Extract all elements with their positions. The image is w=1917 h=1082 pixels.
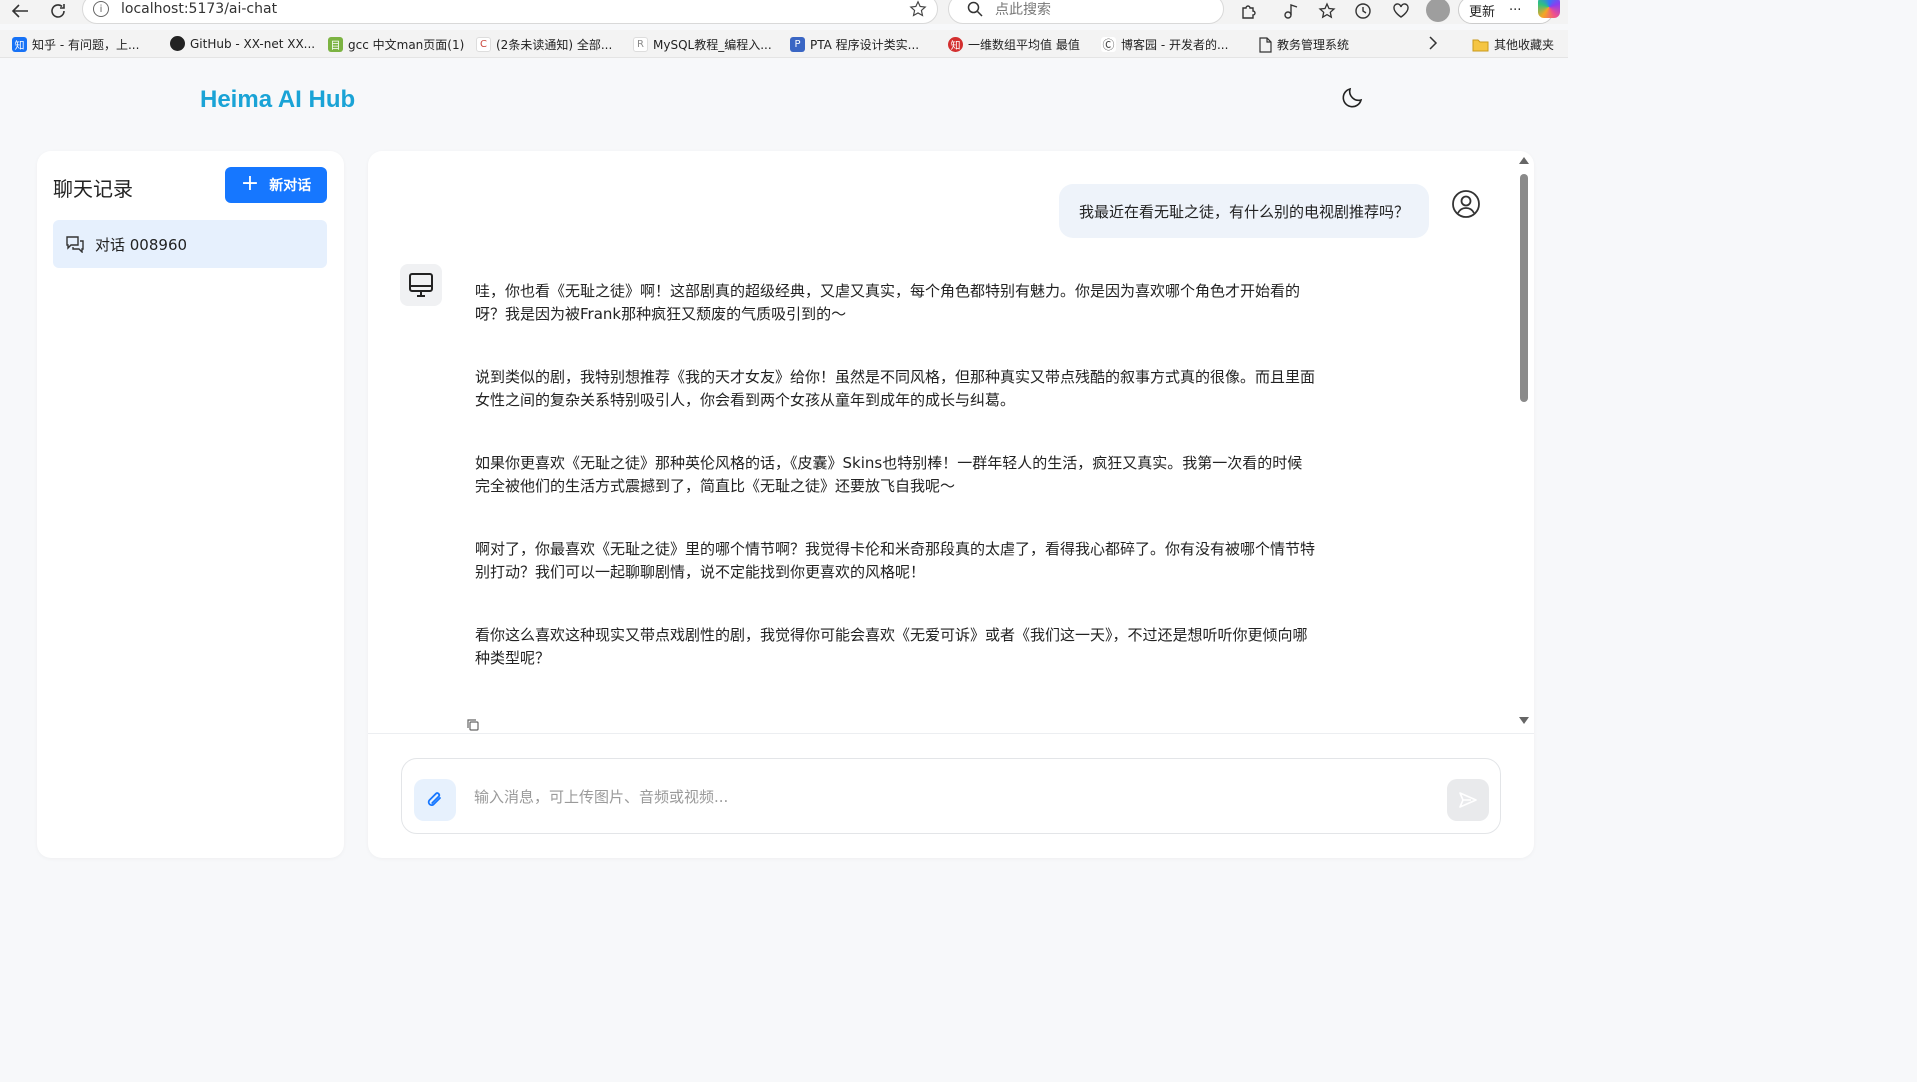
address-bar[interactable]: i localhost:5173/ai-chat [82, 0, 938, 24]
user-message: 我最近在看无耻之徒，有什么别的电视剧推荐吗？ [1059, 184, 1429, 238]
reload-icon [51, 4, 65, 18]
browser-toolbar: i localhost:5173/ai-chat 点此搜索 更新 ··· [0, 0, 1568, 24]
folder-icon [1472, 39, 1489, 51]
bookmark-label: 一维数组平均值 最值 [968, 38, 1080, 52]
bookmark-label: GitHub - XX-net XX... [190, 36, 316, 51]
extensions-icon[interactable] [1238, 0, 1260, 22]
bookmark-label: 博客园 - 开发者的... [1121, 38, 1229, 52]
bookmark-item[interactable]: 知 一维数组平均值 最值 [948, 36, 1080, 53]
bookmark-item[interactable]: P PTA 程序设计类实... [790, 36, 919, 53]
sidebar-title: 聊天记录 [53, 177, 133, 201]
bookmark-label: PTA 程序设计类实... [810, 38, 920, 52]
reload-button[interactable] [46, 0, 70, 22]
scroll-up-arrow[interactable] [1519, 157, 1529, 164]
user-avatar [1451, 189, 1481, 223]
bot-paragraph: 哇，你也看《无耻之徒》啊！这部剧真的超级经典，又虐又真实，每个角色都特别有魅力。… [475, 282, 1301, 323]
bookmark-item[interactable]: Ⓒ 博客园 - 开发者的... [1101, 36, 1228, 53]
bookmark-label: 知乎 - 有问题，上... [32, 38, 140, 52]
plus-icon: + [240, 170, 260, 196]
scroll-down-arrow[interactable] [1519, 717, 1529, 724]
cnblogs-icon: Ⓒ [1101, 37, 1116, 52]
app-root: Heima AI Hub 聊天记录 + 新对话 对话 008960 我最近在看无… [4, 62, 1564, 882]
update-label: 更新 [1469, 4, 1496, 20]
bot-paragraph: 啊对了，你最喜欢《无耻之徒》里的哪个情节啊？我觉得卡伦和米奇那段真的太虐了，看得… [475, 540, 1316, 581]
new-chat-button[interactable]: + 新对话 [225, 167, 327, 203]
bookmark-item[interactable]: R MySQL教程_编程入... [633, 36, 772, 53]
bookmark-item[interactable]: 知 知乎 - 有问题，上... [12, 36, 139, 53]
new-chat-label: 新对话 [269, 178, 312, 194]
bookmark-label: 教务管理系统 [1277, 38, 1350, 52]
arrow-left-icon [11, 4, 28, 18]
paperclip-icon [427, 792, 441, 806]
chat-history-sidebar: 聊天记录 + 新对话 对话 008960 [37, 151, 344, 858]
history-icon[interactable] [1352, 0, 1374, 22]
chat-panel: 我最近在看无耻之徒，有什么别的电视剧推荐吗？ 哇，你也看《无耻之徒》啊！这部剧真… [368, 151, 1534, 858]
favorite-star-icon[interactable] [909, 0, 927, 22]
bot-avatar [400, 264, 442, 306]
chevron-right-icon [1429, 36, 1438, 50]
csdn-icon: C [476, 37, 491, 52]
more-options-icon[interactable]: ··· [1509, 3, 1521, 18]
chat-bubble-icon [66, 236, 84, 253]
monitor-icon [409, 273, 433, 297]
url-text: localhost:5173/ai-chat [121, 1, 278, 17]
media-icon[interactable] [1280, 0, 1302, 22]
document-icon [1259, 36, 1272, 53]
bookmark-item[interactable]: 教务管理系统 [1259, 36, 1349, 53]
bot-paragraph: 看你这么喜欢这种现实又带点戏剧性的剧，我觉得你可能会喜欢《无爱可诉》或者《我们这… [475, 626, 1308, 667]
send-button[interactable] [1447, 779, 1489, 821]
github-icon [170, 36, 185, 51]
message-input[interactable] [474, 781, 1374, 813]
app-title: Heima AI Hub [200, 86, 356, 113]
conversation-item[interactable]: 对话 008960 [53, 220, 327, 268]
copilot-icon[interactable] [1538, 0, 1560, 18]
send-icon [1459, 792, 1477, 808]
bot-message: 哇，你也看《无耻之徒》啊！这部剧真的超级经典，又虐又真实，每个角色都特别有魅力。… [475, 280, 1315, 710]
bot-paragraph: 说到类似的剧，我特别想推荐《我的天才女友》给你！虽然是不同风格，但那种真实又带点… [475, 368, 1316, 409]
conversation-label: 对话 008960 [95, 235, 188, 254]
theme-toggle-button[interactable] [1340, 84, 1366, 114]
browser-search-bar[interactable]: 点此搜索 [948, 0, 1224, 24]
health-icon[interactable] [1390, 0, 1412, 22]
search-placeholder: 点此搜索 [995, 2, 1051, 18]
divider [368, 733, 1534, 734]
page-icon: 目 [328, 37, 343, 52]
runoob-icon: R [633, 37, 648, 52]
bookmark-label: (2条未读通知) 全部... [496, 38, 613, 52]
other-bookmarks-folder[interactable]: 其他收藏夹 [1472, 36, 1554, 53]
attach-button[interactable] [414, 779, 456, 821]
bookmark-item[interactable]: GitHub - XX-net XX... [170, 36, 315, 51]
copy-icon [467, 719, 479, 731]
bookmarks-bar: 知 知乎 - 有问题，上... GitHub - XX-net XX... 目 … [0, 30, 1568, 58]
scrollbar-thumb[interactable] [1520, 174, 1528, 402]
favorites-icon[interactable] [1316, 0, 1338, 22]
profile-avatar[interactable] [1426, 0, 1450, 22]
pta-icon: P [790, 37, 805, 52]
bot-paragraph: 如果你更喜欢《无耻之徒》那种英伦风格的话，《皮囊》Skins也特别棒！一群年轻人… [475, 454, 1303, 495]
bookmark-label: gcc 中文man页面(1) [348, 38, 465, 52]
user-circle-icon [1452, 190, 1480, 218]
bookmark-label: MySQL教程_编程入... [653, 38, 772, 52]
moon-icon [1342, 87, 1363, 108]
message-composer [401, 758, 1501, 834]
bookmark-item[interactable]: C (2条未读通知) 全部... [476, 36, 612, 53]
other-bookmarks-label: 其他收藏夹 [1494, 38, 1555, 52]
search-icon [967, 1, 983, 17]
bookmarks-overflow-button[interactable] [1428, 36, 1438, 50]
back-button[interactable] [8, 0, 32, 22]
info-icon[interactable]: i [93, 1, 109, 17]
zhihu-icon: 知 [12, 37, 27, 52]
bookmark-item[interactable]: 目 gcc 中文man页面(1) [328, 36, 464, 53]
site-icon: 知 [948, 37, 963, 52]
